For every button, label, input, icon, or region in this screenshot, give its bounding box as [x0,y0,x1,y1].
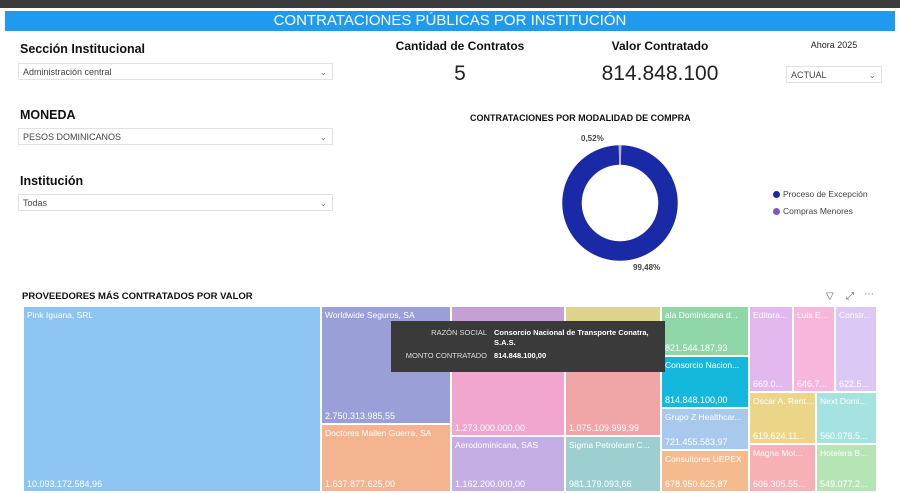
treemap-cell-name: Magna Mot... [753,448,803,458]
chevron-down-icon: ⌄ [319,67,327,77]
treemap-cell[interactable]: Luis E... 646.7... [793,306,835,392]
treemap-cell-value: 10.093.172.584,96 [27,479,103,489]
treemap-cell-name: Pink Iguana, SRL [27,310,94,320]
treemap-cell-value: 560.976.5... [820,431,868,441]
donut-label-small: 0,52% [581,134,604,143]
moneda-dropdown[interactable]: PESOS DOMINICANOS ⌄ [18,128,333,145]
tooltip-value-razon: Consorcio Nacional de Transporte Conatra… [494,328,649,347]
treemap-cell-name: Luis E... [797,310,828,320]
treemap-cell-value: 549.077.2... [820,479,868,489]
treemap-cell-name: Sigma Petroleum C... [569,440,650,450]
moneda-value: PESOS DOMINICANOS [23,132,122,142]
moneda-label: MONEDA [20,108,76,122]
treemap-cell-value: 1.162.200.000,00 [455,479,526,489]
treemap-cell-value: 2.750.313.985,55 [325,411,396,421]
treemap-cell-value: 678.950.625,87 [665,479,728,489]
seccion-value: Administración central [23,67,112,77]
ahora-value: ACTUAL [791,70,827,80]
treemap-cell[interactable]: ala Dominicana d... 821.544.187,93 [661,306,749,356]
treemap-cell[interactable]: Grupo Z Healthcar... 721.455.583,97 [661,408,749,450]
top-bar [0,0,900,8]
treemap-cell-value: 619.624.11... [753,431,805,441]
seccion-label: Sección Institucional [20,42,146,56]
treemap-cell-value: 981.179.093,66 [569,479,632,489]
treemap-tooltip: RAZÓN SOCIAL Consorcio Nacional de Trans… [391,321,665,372]
treemap-cell-value: 1.273.000.000,00 [455,423,526,433]
treemap-cell-value: 721.455.583,97 [665,437,728,447]
treemap-cell-name: Constr... [839,310,871,320]
treemap-cell[interactable]: Magna Mot... 606.305.55... [749,444,816,492]
treemap-cell[interactable]: Sigma Petroleum C... 981.179.093,66 [565,436,661,492]
tooltip-value-monto: 814.848.100,00 [494,351,547,360]
valor-contratado-value: 814.848.100 [601,62,719,85]
chevron-down-icon: ⌄ [868,70,876,80]
treemap-cell-value: 622.5... [839,379,870,389]
legend-item-proceso[interactable]: Proceso de Excepción [773,189,868,199]
filter-icon[interactable]: ▽ [826,291,834,302]
chevron-down-icon: ⌄ [319,198,327,208]
treemap-cell-value: 1.075.109.999,99 [569,423,640,433]
treemap-cell-name: Doctores Mallen Guerra, SA [325,428,432,438]
donut-title: CONTRATACIONES POR MODALIDAD DE COMPRA [470,113,691,123]
chevron-down-icon: ⌄ [319,132,327,142]
institucion-dropdown[interactable]: Todas ⌄ [18,194,333,211]
seccion-dropdown[interactable]: Administración central ⌄ [18,63,333,80]
treemap-cell-name: Next Domi... [820,396,867,406]
treemap-cell[interactable]: Consorcio Nacion... 814.848.100,00 [661,356,749,408]
treemap-cell-name: Oscar A. Rent... [753,396,813,406]
treemap-cell-value: 669.0... [753,379,784,389]
treemap-cell-name: Editora... [753,310,788,320]
more-icon[interactable]: ⋯ [864,289,874,300]
expand-icon[interactable]: ⤢ [846,291,854,302]
valor-contratado-label: Valor Contratado [611,39,709,53]
ahora-dropdown[interactable]: ACTUAL ⌄ [786,66,882,83]
legend-label: Proceso de Excepción [783,189,868,199]
tooltip-key-monto: MONTO CONTRATADO [405,351,487,360]
treemap-cell-name: ala Dominicana d... [665,310,738,320]
treemap-cell[interactable]: Pink Iguana, SRL 10.093.172.584,96 [23,306,321,492]
treemap-cell[interactable]: Oscar A. Rent... 619.624.11... [749,392,816,444]
treemap-cell-name: Consultores UEPEX [665,454,742,464]
treemap-cell-value: 606.305.55... [753,479,806,489]
treemap-cell-name: Worldwide Seguros, SA [325,310,415,320]
legend-item-compras[interactable]: Compras Menores [773,206,853,216]
legend-label: Compras Menores [783,206,853,216]
treemap-cell[interactable]: Consultores UEPEX 678.950.625,87 [661,450,749,492]
treemap-cell-name: Aerodominicana, SAS [455,440,539,450]
institucion-value: Todas [23,198,48,208]
treemap-title: PROVEEDORES MÁS CONTRATADOS POR VALOR [22,291,253,302]
treemap-cell[interactable]: Hotelera B... 549.077.2... [816,444,877,492]
treemap-cell-value: 821.544.187,93 [665,343,728,353]
cantidad-contratos-value: 5 [454,62,466,85]
legend-dot [773,191,780,199]
treemap-cell[interactable]: Doctores Mallen Guerra, SA 1.637.877.625,… [321,424,451,492]
donut-label-large: 99,48% [633,263,661,272]
treemap-cell[interactable]: Aerodominicana, SAS 1.162.200.000,00 [451,436,565,492]
treemap-cell-name: Consorcio Nacion... [665,360,740,370]
institucion-label: Institución [20,174,84,188]
treemap-cell-value: 814.848.100,00 [665,395,728,405]
treemap-cell-value: 1.637.877.625,00 [325,479,396,489]
treemap-cell[interactable]: Editora... 669.0... [749,306,793,392]
treemap-cell[interactable]: Constr... 622.5... [835,306,877,392]
legend-dot [773,208,780,216]
cantidad-contratos-label: Cantidad de Contratos [395,39,525,53]
tooltip-key-razon: RAZÓN SOCIAL [431,328,487,337]
treemap-cell-name: Grupo Z Healthcar... [665,412,742,422]
treemap-cell-value: 646.7... [797,379,828,389]
ahora-label: Ahora 2025 [810,40,858,50]
treemap-cell-name: Hotelera B... [820,448,868,458]
page-title: CONTRATACIONES PÚBLICAS POR INSTITUCIÓN [5,11,895,31]
donut-chart [561,144,679,262]
treemap-cell[interactable]: Next Domi... 560.976.5... [816,392,877,444]
